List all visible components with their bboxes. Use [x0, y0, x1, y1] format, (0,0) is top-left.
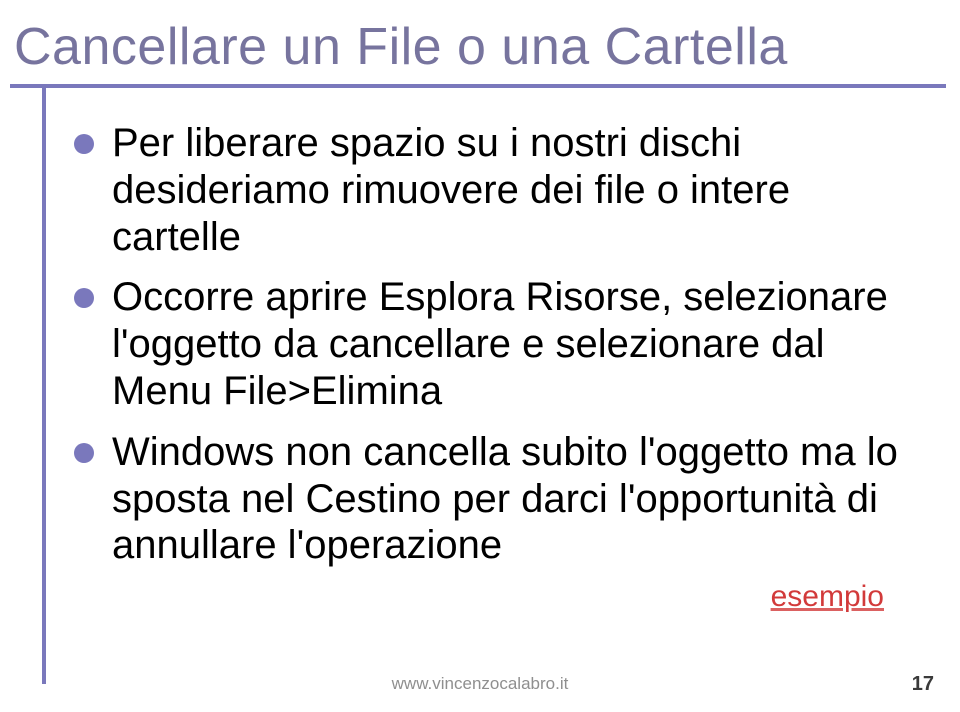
example-link[interactable]: esempio	[771, 580, 884, 614]
bullet-item: Windows non cancella subito l'oggetto ma…	[74, 429, 920, 569]
title-bar: Cancellare un File o una Cartella	[10, 10, 946, 88]
slide-title: Cancellare un File o una Cartella	[10, 17, 788, 77]
bullet-item: Occorre aprire Esplora Risorse, selezion…	[74, 274, 920, 414]
bullet-item: Per liberare spazio su i nostri dischi d…	[74, 120, 920, 260]
page-number: 17	[912, 673, 934, 696]
vertical-rule	[42, 88, 46, 684]
content-area: Per liberare spazio su i nostri dischi d…	[74, 120, 920, 583]
slide: Cancellare un File o una Cartella Per li…	[0, 0, 960, 712]
footer-url: www.vincenzocalabro.it	[0, 674, 960, 694]
bullet-list: Per liberare spazio su i nostri dischi d…	[74, 120, 920, 569]
